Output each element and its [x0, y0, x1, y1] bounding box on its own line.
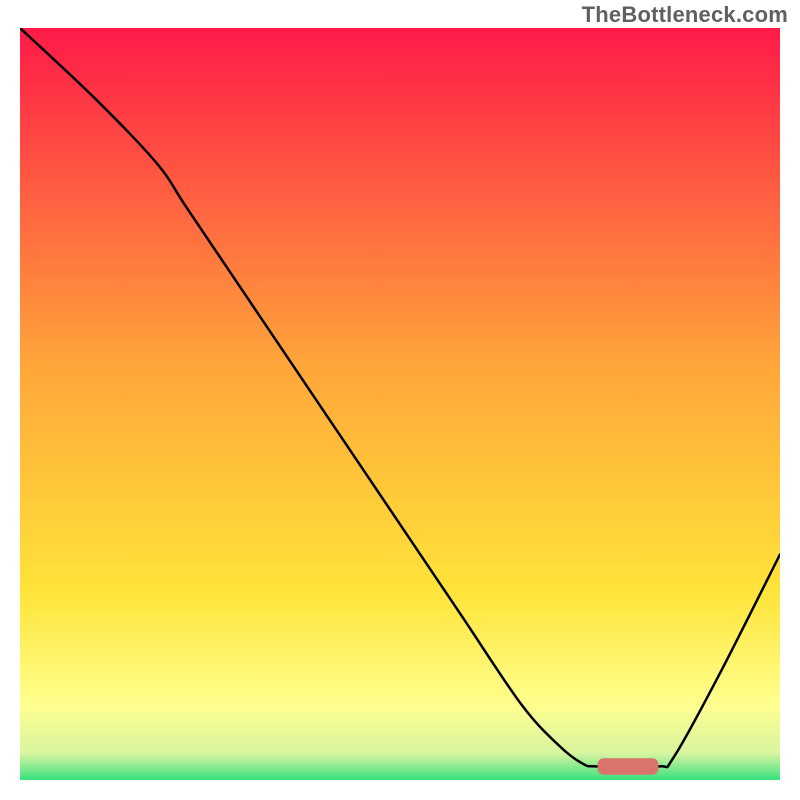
chart-background-gradient [20, 28, 780, 780]
watermark-text: TheBottleneck.com [582, 2, 788, 28]
optimal-marker [598, 758, 659, 775]
chart-plot-area [20, 28, 780, 780]
chart-svg [20, 28, 780, 780]
